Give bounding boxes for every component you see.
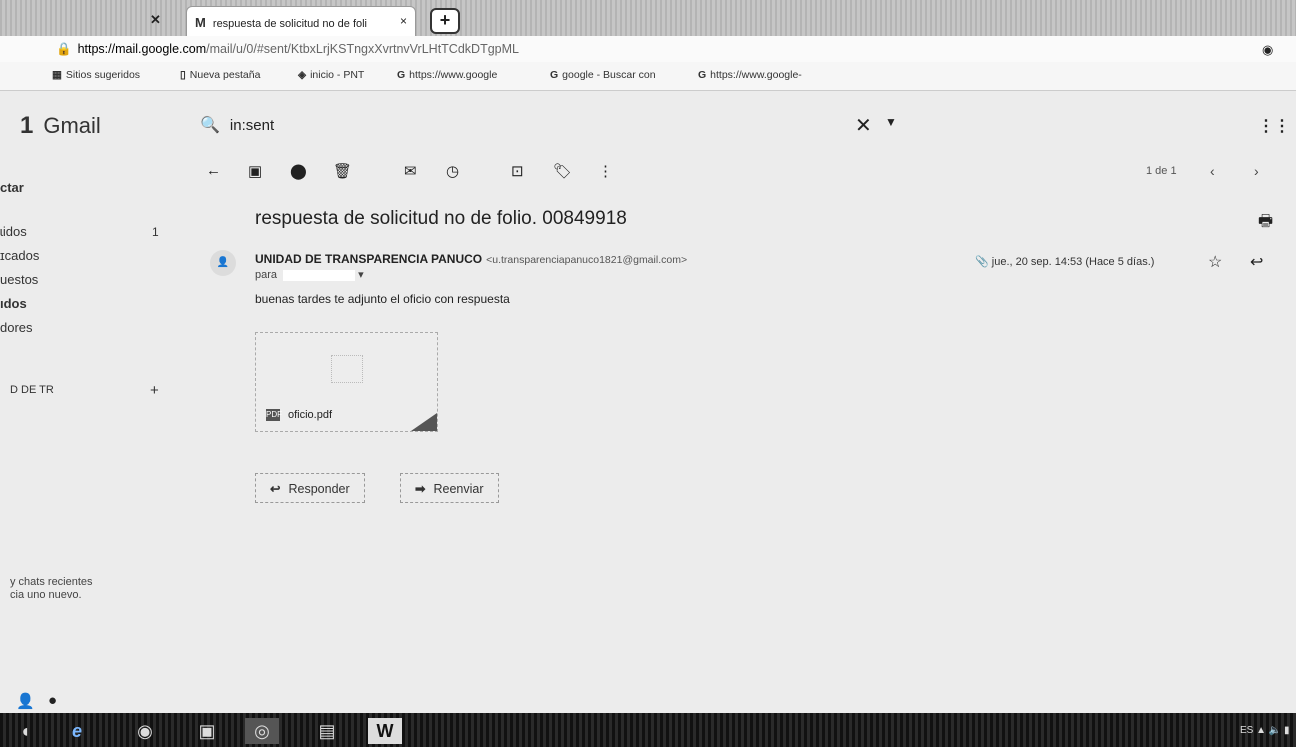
search-options-icon[interactable]: ▼	[885, 115, 897, 129]
lock-icon: 🔒	[56, 42, 72, 56]
attachment-name: oficio.pdf	[288, 409, 333, 421]
archive-icon[interactable]: ▣	[248, 162, 262, 180]
sidebar-item-starred[interactable]: ɪcados	[0, 248, 39, 263]
sidebar-item-snoozed[interactable]: uestos	[0, 272, 38, 287]
pager-text: 1 de 1	[1146, 165, 1177, 177]
add-hangout-icon[interactable]: +	[150, 382, 159, 399]
sender-line: UNIDAD DE TRANSPARENCIA PANUCO <u.transpa…	[255, 252, 687, 266]
bookmark-inicio-pnt[interactable]: ◈ inicio - PNT	[298, 69, 364, 81]
labels-icon[interactable]: 🏷	[553, 162, 572, 180]
google-icon: G	[550, 69, 559, 81]
previous-tab-close-icon[interactable]: ✕	[150, 12, 161, 28]
hangouts-icon[interactable]: ●	[48, 692, 57, 709]
folder-icon[interactable]: ▤	[310, 718, 344, 744]
url-path: /mail/u/0/#sent/KtbxLrjKSTngxXvrtnvVrLHt…	[206, 42, 519, 56]
reply-icon[interactable]: ↩	[1250, 252, 1263, 272]
apps-icon: ▦	[52, 69, 62, 81]
hangouts-user[interactable]: D DE TR	[10, 384, 54, 396]
reply-arrow-icon: ↩	[270, 482, 281, 496]
search-icon[interactable]: 🔍	[200, 117, 220, 134]
bookmark-suggested-sites[interactable]: ▦ Sitios sugeridos	[52, 69, 140, 81]
start-icon[interactable]: ◖	[8, 718, 42, 744]
sidebar-item-inbox[interactable]: ɩidos	[0, 224, 27, 239]
report-spam-icon[interactable]: ⬤	[290, 162, 307, 180]
search-box[interactable]: 🔍 in:sent ✕ ▼	[200, 115, 920, 139]
gmail-favicon-icon: M	[195, 15, 206, 30]
pdf-icon: PDF	[266, 409, 282, 421]
sidebar-item-drafts[interactable]: dores	[0, 320, 33, 335]
sender-email: <u.transparenciapanuco1821@gmail.com>	[486, 254, 688, 266]
apps-grid-icon[interactable]: ⋮⋮⋮	[1258, 116, 1296, 136]
older-icon[interactable]: ›	[1254, 163, 1259, 179]
to-prefix: para	[255, 269, 278, 281]
active-tab[interactable]: M respuesta de solicitud no de foli ×	[186, 6, 416, 36]
menu-icon[interactable]: 1	[20, 112, 33, 139]
delete-icon[interactable]: 🗑	[333, 162, 352, 180]
compose-button[interactable]: ctar	[0, 180, 24, 195]
search-input[interactable]: in:sent	[230, 117, 274, 134]
forward-arrow-icon: ➡	[415, 482, 426, 496]
page-icon: ▯	[180, 69, 186, 81]
move-to-icon[interactable]: ⊡	[511, 162, 524, 180]
google-icon: G	[698, 69, 707, 81]
new-tab-button[interactable]: +	[430, 8, 460, 34]
person-icon[interactable]: 👤	[16, 692, 35, 710]
star-icon[interactable]: ☆	[1208, 252, 1222, 272]
forward-button[interactable]: ➡ Reenviar	[400, 473, 499, 503]
recipient-line[interactable]: para ▾	[255, 268, 364, 281]
page-fold-icon	[411, 413, 437, 431]
media-player-icon[interactable]: ◉	[128, 718, 162, 744]
bookmark-new-tab[interactable]: ▯ Nueva pestaña	[180, 69, 260, 81]
sidebar-inbox-count: 1	[152, 225, 159, 239]
snooze-icon[interactable]: ◷	[446, 162, 459, 180]
message-subject: respuesta de solicitud no de folio. 0084…	[255, 208, 627, 229]
explorer-icon[interactable]: ▣	[190, 718, 224, 744]
print-icon[interactable]: 🖶	[1258, 210, 1273, 237]
system-tray[interactable]: ES ▲ 🔈 ▮	[1240, 725, 1290, 736]
clear-search-icon[interactable]: ✕	[855, 113, 872, 138]
back-arrow-icon[interactable]: ←	[206, 162, 221, 179]
chrome-icon[interactable]: ◎	[245, 718, 279, 744]
internet-explorer-icon[interactable]: e	[60, 718, 94, 744]
google-icon: G	[397, 69, 406, 81]
url-text[interactable]: 🔒 https://mail.google.com/mail/u/0/#sent/…	[56, 42, 519, 57]
url-host: https://mail.google.com	[77, 42, 207, 56]
bookmark-google-1[interactable]: Ghttps://www.google	[397, 69, 497, 81]
sender-avatar: 👤	[210, 250, 236, 276]
attachment-thumbnail	[331, 355, 363, 383]
pnt-icon: ◈	[298, 69, 307, 81]
more-icon[interactable]: ⋮	[598, 162, 613, 180]
bookmark-google-2[interactable]: Ghttps://www.google-	[698, 69, 802, 81]
sidebar-item-sent[interactable]: ıdos	[0, 296, 27, 311]
message-date: 📎 jue., 20 sep. 14:53 (Hace 5 días.)	[975, 256, 1155, 268]
mark-unread-icon[interactable]: ✉	[404, 162, 417, 180]
attachment-clip-icon: 📎	[975, 256, 989, 268]
message-body: buenas tardes te adjunto el oficio con r…	[255, 292, 510, 306]
sender-name: UNIDAD DE TRANSPARENCIA PANUCO	[255, 252, 483, 266]
recent-chats-text: y chats recientes cia uno nuevo.	[10, 576, 93, 601]
tab-title: respuesta de solicitud no de foli	[212, 18, 368, 30]
gmail-logo[interactable]: 1 Gmail	[20, 112, 101, 140]
newer-icon[interactable]: ‹	[1210, 163, 1215, 179]
attachment-card[interactable]: PDF oficio.pdf	[255, 332, 438, 432]
tab-close-icon[interactable]: ×	[400, 14, 407, 28]
extension-icon[interactable]: ◉	[1262, 42, 1273, 58]
word-icon[interactable]: W	[368, 718, 402, 744]
reply-button[interactable]: ↩ Responder	[255, 473, 365, 503]
redacted-recipient	[283, 269, 356, 281]
bookmark-google-search[interactable]: Ggoogle - Buscar con	[550, 69, 656, 81]
recipient-details-icon[interactable]: ▾	[358, 269, 364, 281]
